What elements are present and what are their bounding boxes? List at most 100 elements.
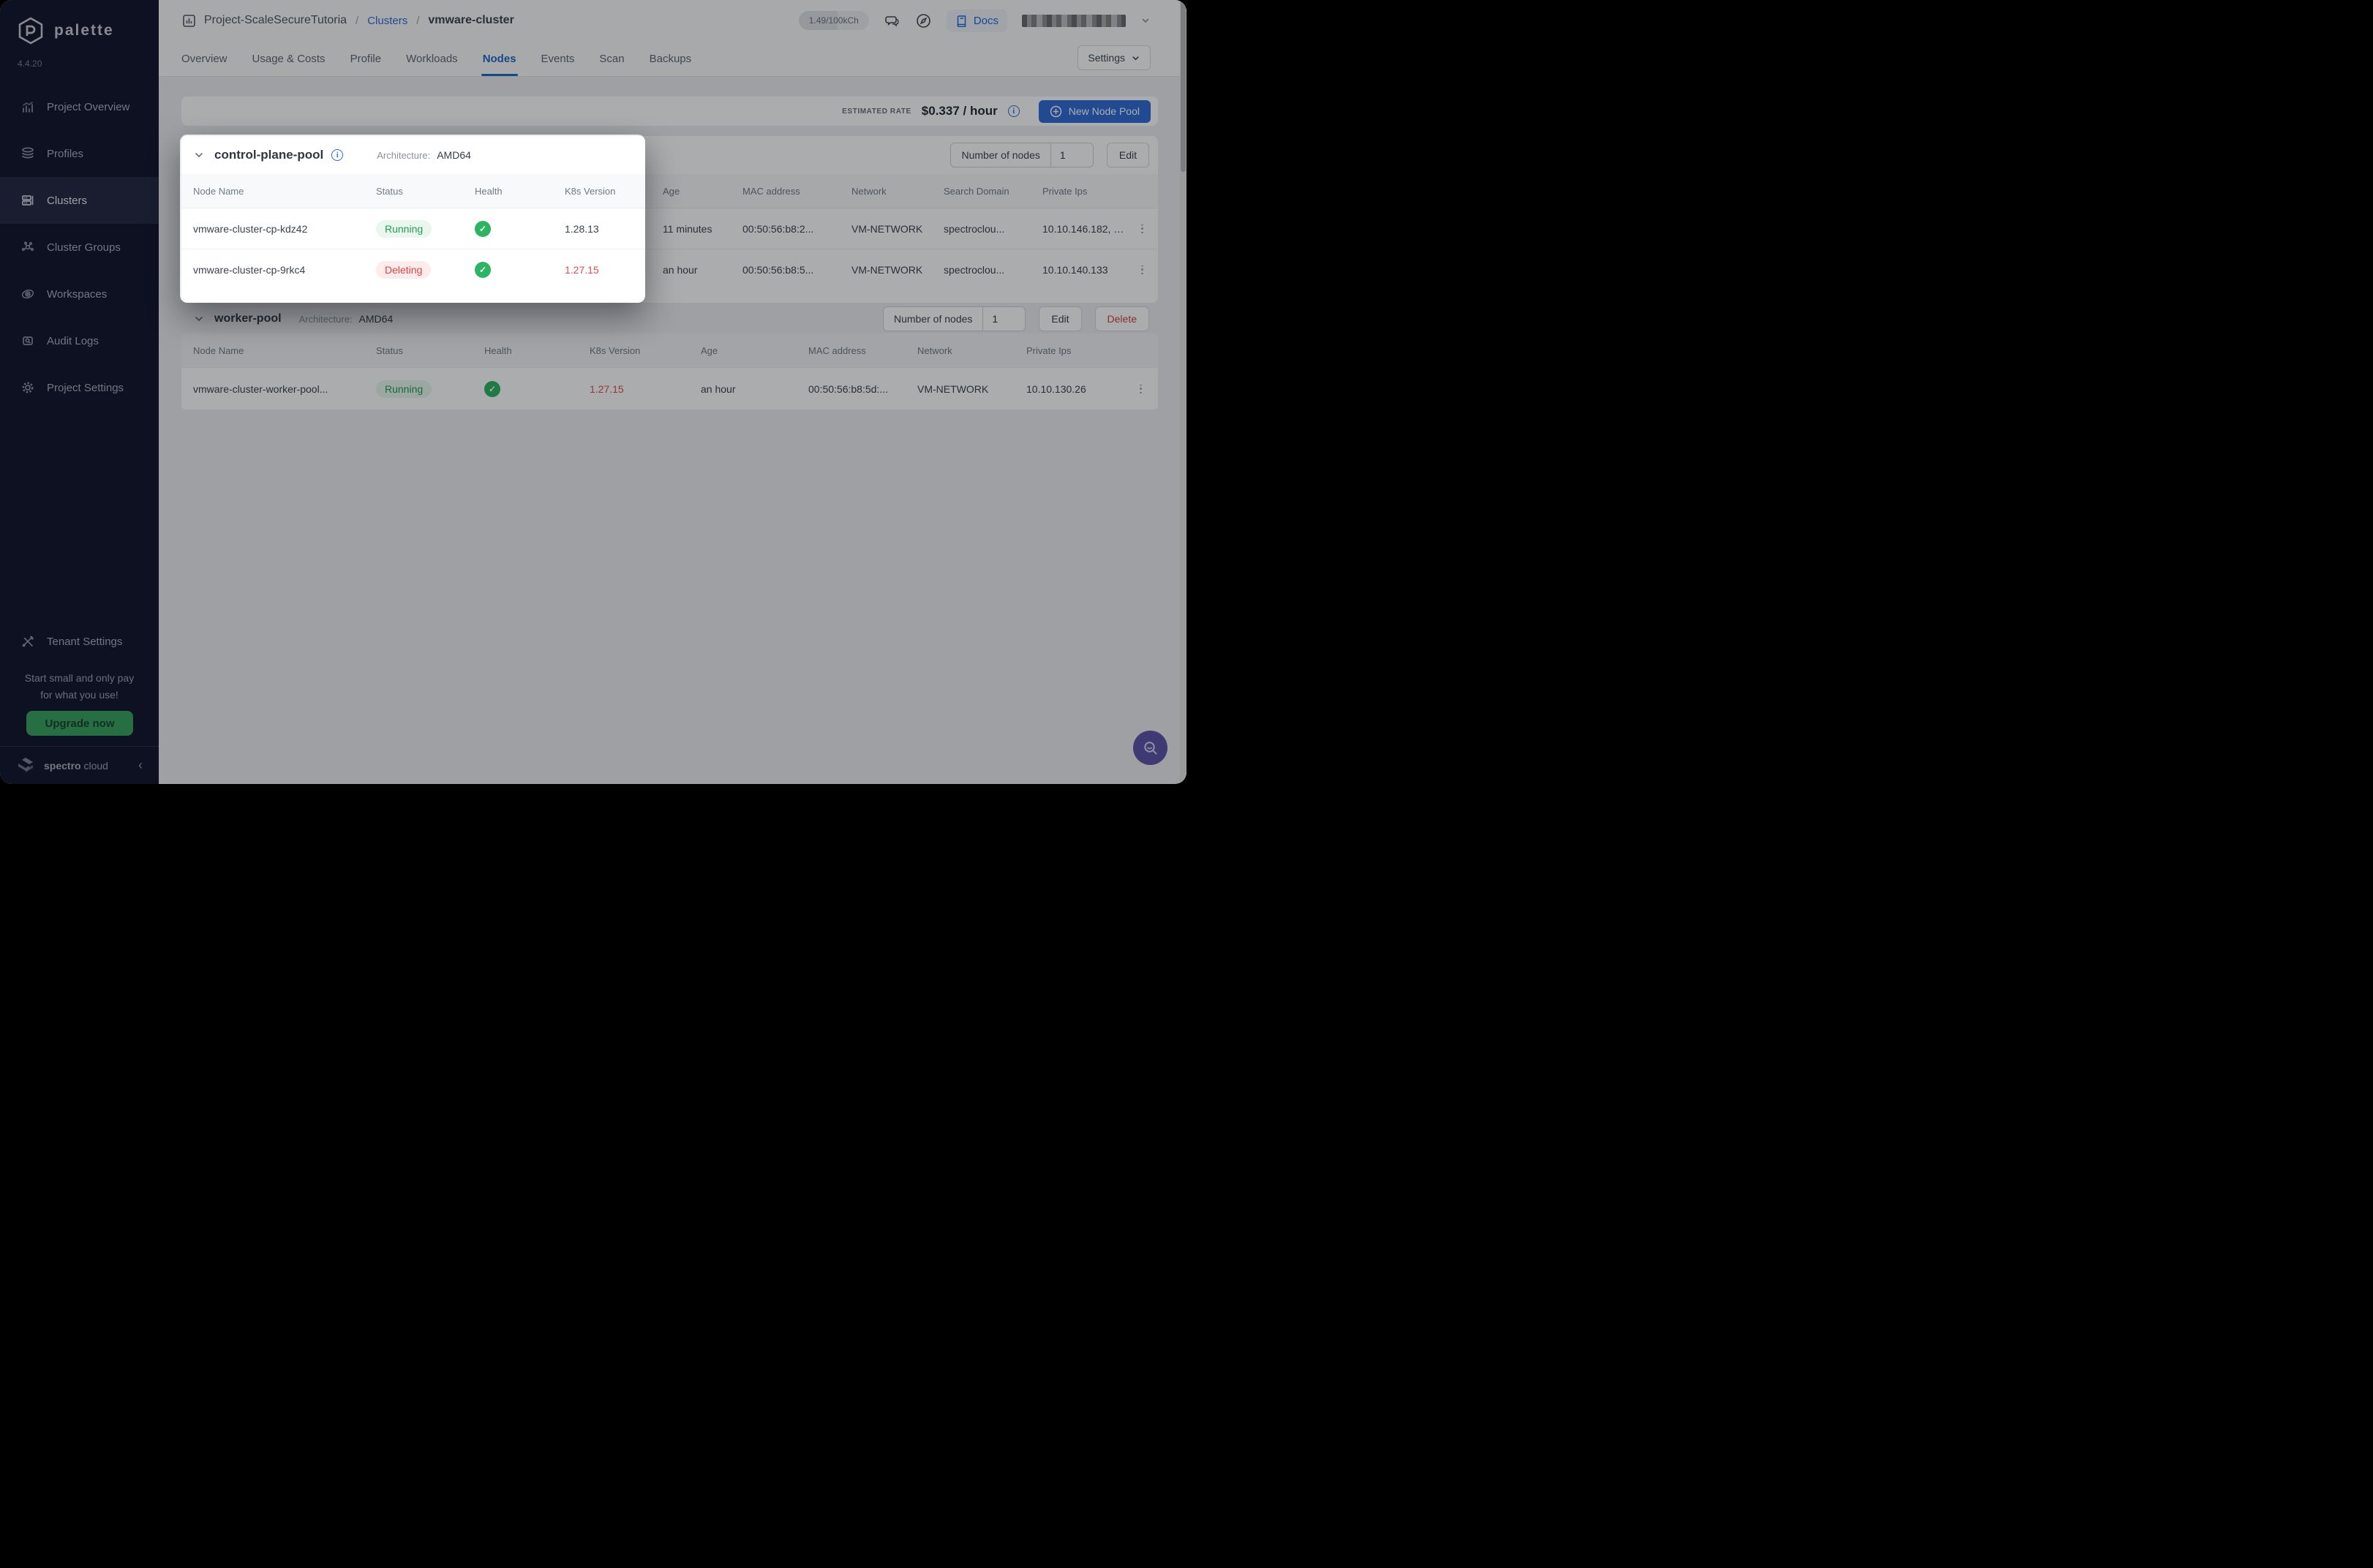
health-check-icon: ✓: [475, 221, 491, 237]
settings-button[interactable]: Settings: [1078, 45, 1151, 70]
tab-profile[interactable]: Profile: [350, 41, 382, 76]
scrollbar-thumb[interactable]: [1181, 0, 1186, 172]
edit-pool-button[interactable]: Edit: [1107, 143, 1149, 167]
node-name-cell: vmware-cluster-cp-kdz42: [181, 223, 364, 235]
number-of-nodes-input[interactable]: 1: [982, 307, 1025, 331]
pool-controls: Number of nodes 1 Edit: [950, 143, 1149, 167]
pool-controls: Number of nodes 1 Edit Delete: [883, 306, 1149, 331]
col-private-ips: Private Ips: [1031, 186, 1127, 197]
architecture-value: AMD64: [359, 313, 394, 325]
sidebar-collapse-chevron[interactable]: ‹: [138, 758, 143, 773]
col-health: Health: [463, 186, 553, 197]
worker-table-header: Node Name Status Health K8s Version Age …: [181, 333, 1158, 367]
network-cell: VM-NETWORK: [906, 383, 1015, 395]
tab-events[interactable]: Events: [541, 41, 575, 76]
row-menu-kebab-icon[interactable]: ⋮: [1136, 265, 1148, 274]
card-padding: [181, 290, 1158, 303]
servers-icon: [20, 193, 35, 208]
chevron-down-icon[interactable]: [193, 149, 205, 161]
sidebar-item-audit-logs[interactable]: Audit Logs: [0, 317, 159, 364]
private-ips-cell: 10.10.146.182, 1...: [1031, 223, 1127, 235]
sidebar-item-label: Cluster Groups: [47, 241, 121, 254]
worker-table: Node Name Status Health K8s Version Age …: [181, 333, 1158, 410]
col-status: Status: [364, 345, 473, 356]
chevron-down-icon[interactable]: [193, 313, 205, 325]
search-fab-button[interactable]: [1133, 731, 1167, 765]
docs-button[interactable]: Docs: [947, 10, 1007, 32]
breadcrumb-clusters-link[interactable]: Clusters: [367, 15, 407, 27]
col-health: Health: [473, 345, 578, 356]
node-name-cell: vmware-cluster-worker-pool...: [181, 383, 364, 395]
breadcrumb: Project-ScaleSecureTutoria / Clusters / …: [159, 0, 1186, 41]
tab-overview[interactable]: Overview: [181, 41, 227, 76]
mac-cell: 00:50:56:b8:2...: [731, 223, 840, 235]
worker-pool-section: worker-pool Architecture: AMD64 Number o…: [181, 304, 1158, 410]
number-of-nodes-label: Number of nodes: [884, 313, 982, 325]
rate-info-icon[interactable]: i: [1008, 105, 1020, 117]
breadcrumb-project[interactable]: Project-ScaleSecureTutoria: [204, 14, 347, 27]
tab-workloads[interactable]: Workloads: [406, 41, 458, 76]
node-row: vmware-cluster-cp-9rkc4 Deleting ✓ 1.27.…: [181, 249, 1158, 290]
k8s-version-cell: 1.27.15: [553, 264, 651, 276]
new-node-pool-button[interactable]: New Node Pool: [1039, 100, 1151, 123]
k8s-version-cell: 1.27.15: [578, 383, 689, 395]
network-cell: VM-NETWORK: [840, 264, 932, 276]
compass-icon[interactable]: [915, 12, 932, 29]
bar-chart-icon: [20, 99, 35, 114]
status-cell: Deleting: [364, 261, 463, 279]
sidebar-item-profiles[interactable]: Profiles: [0, 130, 159, 177]
number-of-nodes-input[interactable]: 1: [1050, 143, 1093, 167]
estimated-rate-value: $0.337 / hour: [922, 104, 998, 118]
age-cell: 11 minutes: [651, 223, 731, 235]
sidebar-item-cluster-groups[interactable]: Cluster Groups: [0, 224, 159, 271]
row-menu-kebab-icon[interactable]: ⋮: [1136, 225, 1148, 233]
chevron-down-icon[interactable]: [1140, 15, 1151, 26]
sidebar-item-project-overview[interactable]: Project Overview: [0, 83, 159, 130]
main-area: Project-ScaleSecureTutoria / Clusters / …: [159, 0, 1186, 784]
sidebar-item-workspaces[interactable]: Workspaces: [0, 271, 159, 317]
pool-info-icon[interactable]: i: [331, 149, 343, 161]
col-node-name: Node Name: [181, 186, 364, 197]
control-plane-pool-header: control-plane-pool i Architecture: AMD64…: [181, 136, 1158, 174]
docs-label: Docs: [974, 15, 999, 27]
sidebar-item-project-settings[interactable]: Project Settings: [0, 364, 159, 411]
row-menu-kebab-icon[interactable]: ⋮: [1135, 385, 1147, 393]
col-k8s-version: K8s Version: [553, 186, 651, 197]
edit-pool-button[interactable]: Edit: [1039, 306, 1081, 331]
usage-badge[interactable]: 1.49/100kCh: [799, 11, 869, 30]
project-icon: [181, 13, 197, 29]
status-badge: Running: [376, 220, 432, 238]
app-version: 4.4.20: [18, 59, 42, 69]
tab-backups[interactable]: Backups: [650, 41, 692, 76]
promo-line-1: Start small and only pay: [0, 670, 159, 687]
orbit-icon: [20, 287, 35, 301]
sidebar-item-clusters[interactable]: Clusters: [0, 177, 159, 224]
private-ips-cell: 10.10.140.133: [1031, 264, 1127, 276]
network-cell: VM-NETWORK: [840, 223, 932, 235]
col-k8s-version: K8s Version: [578, 345, 689, 356]
upgrade-now-button[interactable]: Upgrade now: [26, 711, 133, 736]
col-mac-address: MAC address: [797, 345, 906, 356]
status-badge: Deleting: [376, 261, 431, 279]
delete-pool-button[interactable]: Delete: [1095, 306, 1149, 331]
search-domain-cell: spectroclou...: [932, 264, 1031, 276]
tools-icon: [20, 634, 35, 649]
node-row: vmware-cluster-worker-pool... Running ✓ …: [181, 367, 1158, 410]
user-name-redacted[interactable]: [1022, 15, 1126, 27]
status-cell: Running: [364, 220, 463, 238]
promo-line-2: for what you use!: [0, 687, 159, 704]
status-cell: Running: [364, 380, 473, 398]
sidebar-item-label: Workspaces: [47, 288, 107, 301]
palette-logo-icon: [16, 16, 45, 45]
tab-usage-costs[interactable]: Usage & Costs: [252, 41, 326, 76]
tab-scan[interactable]: Scan: [599, 41, 624, 76]
chat-icon[interactable]: [884, 12, 900, 29]
architecture-label: Architecture:: [299, 314, 353, 325]
sidebar-footer: spectro cloud ‹: [0, 747, 159, 784]
sidebar-item-tenant-settings[interactable]: Tenant Settings: [0, 618, 159, 665]
worker-pool-header: worker-pool Architecture: AMD64 Number o…: [181, 304, 1158, 333]
rate-toolbar: ESTIMATED RATE $0.337 / hour i New Node …: [181, 97, 1158, 126]
breadcrumb-separator: /: [356, 15, 358, 27]
tab-nodes[interactable]: Nodes: [483, 41, 516, 76]
sidebar-item-label: Profiles: [47, 148, 83, 160]
